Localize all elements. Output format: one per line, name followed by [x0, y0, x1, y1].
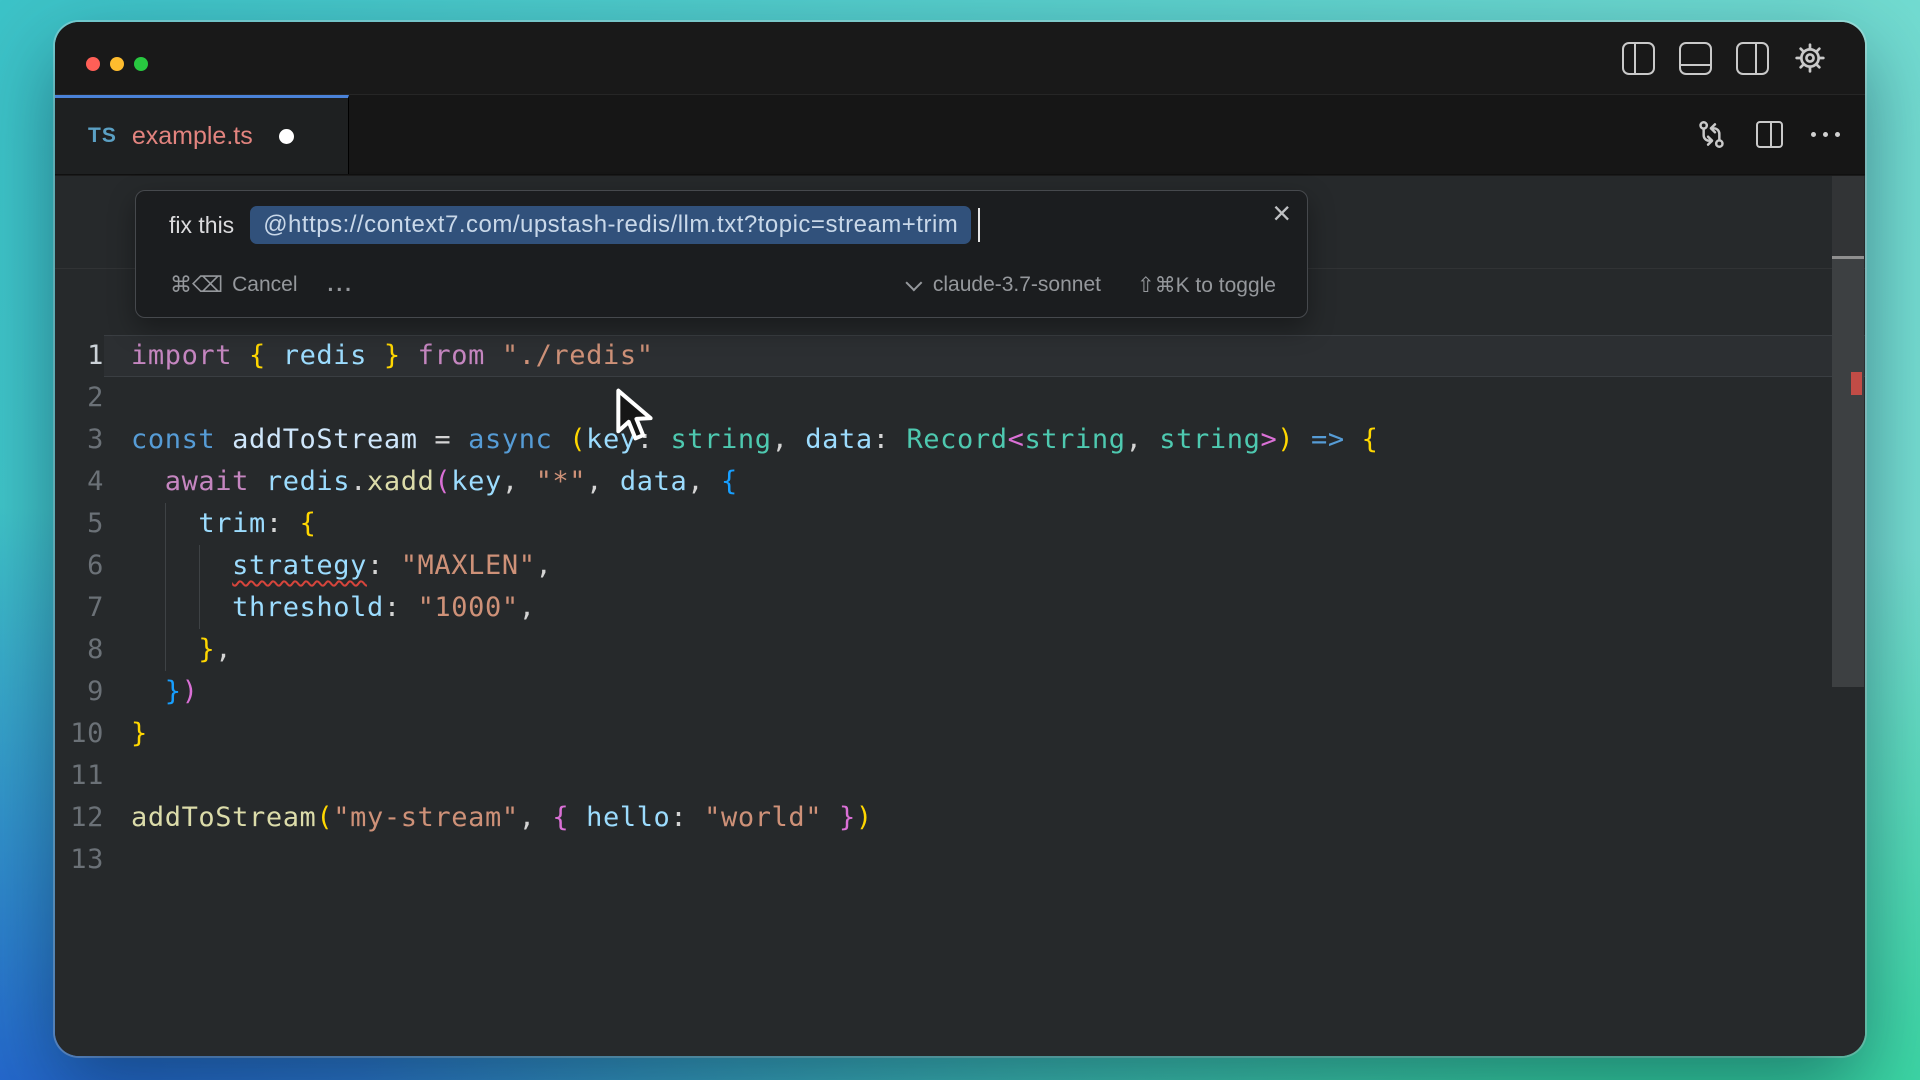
code-line-content: addToStream("my-stream", { hello: "world… — [104, 797, 1865, 839]
code-line[interactable]: 11 — [55, 755, 1865, 797]
line-number: 8 — [55, 629, 104, 671]
minimize-window-button[interactable] — [110, 57, 124, 71]
cancel-button[interactable]: Cancel — [232, 273, 297, 297]
code-line[interactable]: 12addToStream("my-stream", { hello: "wor… — [55, 797, 1865, 839]
tab-example-ts[interactable]: TS example.ts — [55, 95, 349, 174]
line-number: 12 — [55, 797, 104, 839]
toggle-primary-sidebar-icon[interactable] — [1622, 42, 1655, 75]
code-line[interactable]: 7 threshold: "1000", — [55, 587, 1865, 629]
code-line[interactable]: 3const addToStream = async (key: string,… — [55, 419, 1865, 461]
modified-dot-icon[interactable] — [279, 129, 294, 144]
tab-filename: example.ts — [132, 122, 253, 151]
prompt-text: fix this — [169, 212, 234, 239]
code-area[interactable]: 1import { redis } from "./redis"23const … — [55, 335, 1865, 881]
more-options-button[interactable]: ... — [327, 273, 354, 297]
line-number: 13 — [55, 839, 104, 881]
code-line[interactable]: 2 — [55, 377, 1865, 419]
settings-gear-icon[interactable] — [1793, 41, 1827, 75]
code-line-content: }, — [104, 629, 1865, 671]
editor-pane[interactable]: fix this @https://context7.com/upstash-r… — [55, 176, 1865, 1056]
typescript-file-icon: TS — [88, 124, 117, 148]
inline-chat-input[interactable]: fix this @https://context7.com/upstash-r… — [136, 191, 1307, 259]
editor-window: TS example.ts fix this @https://context7… — [55, 22, 1865, 1056]
scrollbar-track[interactable] — [1832, 176, 1864, 256]
chevron-down-icon — [905, 274, 922, 291]
inline-chat-actions: ⌘⌫ Cancel ... claude-3.7-sonnet ⇧⌘K to t… — [136, 259, 1307, 311]
line-number: 1 — [55, 335, 104, 377]
text-caret — [978, 208, 980, 242]
code-line[interactable]: 9 }) — [55, 671, 1865, 713]
code-line-content: threshold: "1000", — [104, 587, 1865, 629]
editor-actions — [1695, 95, 1840, 174]
toggle-panel-icon[interactable] — [1679, 42, 1712, 75]
compare-changes-icon[interactable] — [1695, 118, 1728, 151]
code-line[interactable]: 5 trim: { — [55, 503, 1865, 545]
indent-guide — [199, 545, 200, 629]
line-number: 2 — [55, 377, 104, 419]
close-window-button[interactable] — [86, 57, 100, 71]
code-line-content: strategy: "MAXLEN", — [104, 545, 1865, 587]
model-name: claude-3.7-sonnet — [933, 273, 1101, 297]
toggle-hint: ⇧⌘K to toggle — [1137, 273, 1276, 298]
line-number: 9 — [55, 671, 104, 713]
context-url-chip[interactable]: @https://context7.com/upstash-redis/llm.… — [250, 206, 971, 244]
titlebar-layout-controls — [1622, 41, 1827, 75]
tab-bar: TS example.ts — [55, 95, 1865, 175]
model-selector[interactable]: claude-3.7-sonnet — [910, 273, 1101, 297]
overview-ruler-error-marker — [1851, 372, 1862, 395]
line-number: 6 — [55, 545, 104, 587]
code-line-content: }) — [104, 671, 1865, 713]
code-line[interactable]: 8 }, — [55, 629, 1865, 671]
more-actions-icon[interactable] — [1811, 132, 1840, 137]
code-line-content: trim: { — [104, 503, 1865, 545]
code-line[interactable]: 10} — [55, 713, 1865, 755]
line-number: 11 — [55, 755, 104, 797]
line-number: 3 — [55, 419, 104, 461]
scrollbar-thumb[interactable] — [1832, 259, 1864, 687]
line-number: 5 — [55, 503, 104, 545]
code-line-content: await redis.xadd(key, "*", data, { — [104, 461, 1865, 503]
code-line-content — [104, 839, 1865, 881]
code-line-content: const addToStream = async (key: string, … — [104, 419, 1865, 461]
inline-chat-widget: fix this @https://context7.com/upstash-r… — [135, 190, 1308, 318]
indent-guide — [165, 503, 166, 671]
code-line[interactable]: 13 — [55, 839, 1865, 881]
code-line-content: import { redis } from "./redis" — [104, 335, 1865, 377]
line-number: 7 — [55, 587, 104, 629]
code-line[interactable]: 6 strategy: "MAXLEN", — [55, 545, 1865, 587]
mouse-pointer-icon — [613, 388, 661, 449]
traffic-lights — [86, 57, 148, 71]
split-editor-icon[interactable] — [1756, 121, 1783, 148]
code-line[interactable]: 1import { redis } from "./redis" — [55, 335, 1865, 377]
titlebar — [55, 22, 1865, 95]
code-line[interactable]: 4 await redis.xadd(key, "*", data, { — [55, 461, 1865, 503]
toggle-secondary-sidebar-icon[interactable] — [1736, 42, 1769, 75]
zoom-window-button[interactable] — [134, 57, 148, 71]
line-number: 4 — [55, 461, 104, 503]
code-line-content: } — [104, 713, 1865, 755]
code-line-content — [104, 377, 1865, 419]
code-line-content — [104, 755, 1865, 797]
close-icon[interactable]: × — [1272, 197, 1291, 229]
cancel-shortcut-icon: ⌘⌫ — [170, 272, 223, 298]
line-number: 10 — [55, 713, 104, 755]
